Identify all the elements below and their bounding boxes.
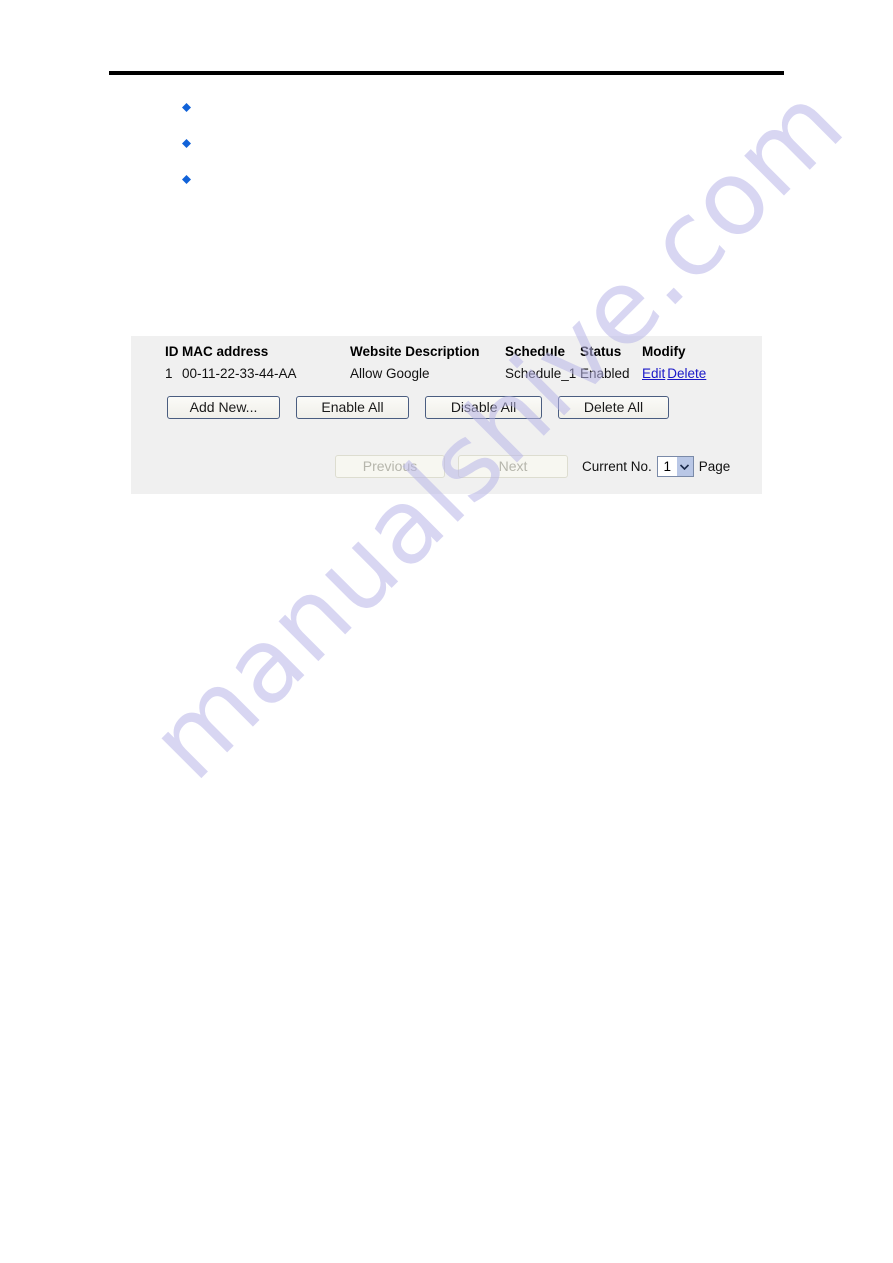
- pagination-row: Previous Next Current No. 1 Page: [335, 455, 730, 478]
- cell-modify: Edit Delete: [642, 363, 722, 385]
- delete-link[interactable]: Delete: [667, 366, 706, 381]
- current-page-label: Current No.: [582, 459, 652, 474]
- rule-table: ID MAC address Website Description Sched…: [165, 344, 722, 385]
- page-number-value: 1: [663, 459, 672, 474]
- edit-link[interactable]: Edit: [642, 366, 665, 381]
- list-item: [182, 98, 201, 134]
- action-button-row: Add New... Enable All Disable All Delete…: [167, 396, 669, 419]
- column-header-mac: MAC address: [182, 344, 269, 359]
- table-header-row: ID MAC address Website Description Sched…: [165, 344, 722, 363]
- list-item: [182, 170, 201, 206]
- column-header-schedule: Schedule: [505, 344, 566, 359]
- column-header-id: ID: [165, 344, 179, 359]
- page-number-select[interactable]: 1: [656, 456, 694, 477]
- delete-all-button[interactable]: Delete All: [558, 396, 669, 419]
- diamond-bullet-icon: [182, 139, 191, 148]
- cell-mac: 00-11-22-33-44-AA: [182, 366, 297, 381]
- watermark-layer: manualshive.com: [0, 0, 893, 1263]
- next-page-button[interactable]: Next: [458, 455, 568, 478]
- cell-id: 1: [165, 366, 173, 381]
- previous-page-button[interactable]: Previous: [335, 455, 445, 478]
- cell-description: Allow Google: [350, 366, 430, 381]
- diamond-bullet-icon: [182, 175, 191, 184]
- status-badge: Enabled: [580, 366, 630, 381]
- table-row: 1 00-11-22-33-44-AA Allow Google Schedul…: [165, 363, 722, 385]
- rule-table-area: ID MAC address Website Description Sched…: [165, 344, 762, 385]
- column-header-modify: Modify: [642, 344, 686, 359]
- list-item: [182, 134, 201, 170]
- page-suffix-label: Page: [698, 459, 731, 474]
- add-new-button[interactable]: Add New...: [167, 396, 280, 419]
- access-rule-panel: ID MAC address Website Description Sched…: [131, 336, 762, 494]
- column-header-status: Status: [580, 344, 622, 359]
- disable-all-button[interactable]: Disable All: [425, 396, 542, 419]
- diamond-bullet-icon: [182, 103, 191, 112]
- chevron-down-icon[interactable]: [676, 457, 693, 476]
- column-header-description: Website Description: [350, 344, 480, 359]
- cell-schedule: Schedule_1: [505, 366, 577, 381]
- bullet-list: [182, 98, 201, 206]
- enable-all-button[interactable]: Enable All: [296, 396, 409, 419]
- header-divider: [109, 71, 784, 75]
